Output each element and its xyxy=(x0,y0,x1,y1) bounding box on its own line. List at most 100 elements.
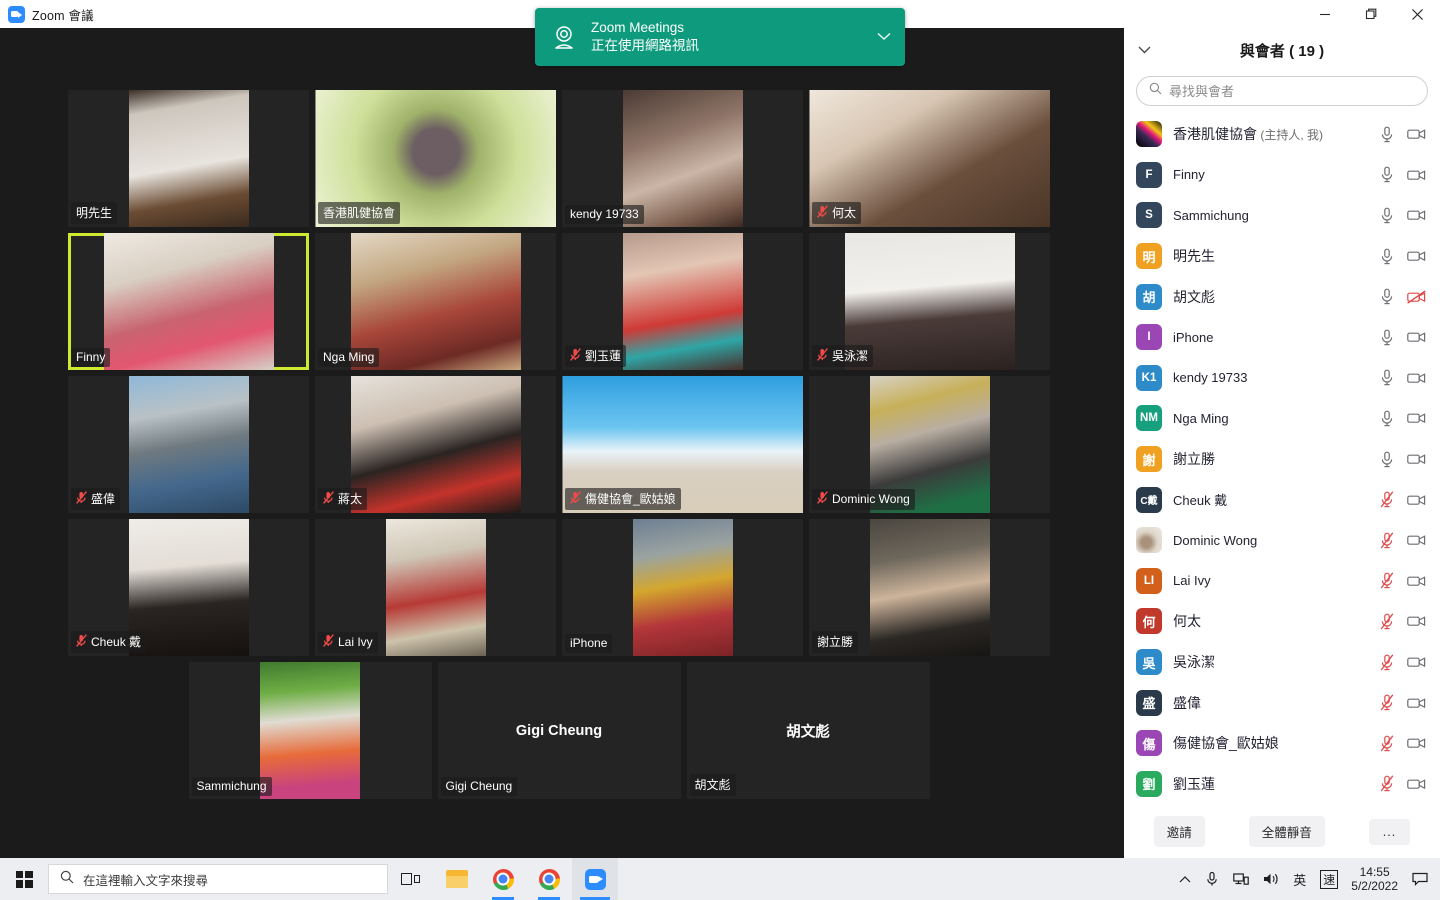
video-tile[interactable]: 盛偉 xyxy=(68,376,309,513)
video-tile[interactable]: Sammichung xyxy=(188,662,432,799)
video-tile[interactable]: 傷健協會_歐姑娘 xyxy=(562,376,803,513)
video-grid-row: 明先生 香港肌健協會 kendy 19733 何太 xyxy=(68,90,1050,227)
search-input[interactable] xyxy=(1169,83,1415,99)
participant-row[interactable]: 盛盛偉 xyxy=(1124,682,1440,723)
chevron-down-icon[interactable] xyxy=(1132,38,1156,62)
participant-row[interactable]: 傷傷健協會_歐姑娘 xyxy=(1124,723,1440,764)
windows-start-icon[interactable] xyxy=(0,858,48,900)
video-tile[interactable]: 明先生 xyxy=(68,90,309,227)
camera-icon[interactable] xyxy=(1407,208,1426,222)
more-options-button[interactable]: ... xyxy=(1368,818,1411,845)
participant-row[interactable]: 劉劉玉蓮 xyxy=(1124,764,1440,805)
search-box[interactable] xyxy=(1136,76,1428,106)
participant-row[interactable]: 香港肌健協會 (主持人, 我) xyxy=(1124,114,1440,155)
chrome-icon[interactable] xyxy=(480,858,526,900)
microphone-muted-icon[interactable] xyxy=(1380,532,1394,549)
zoom-icon[interactable] xyxy=(572,858,618,900)
microphone-icon[interactable] xyxy=(1198,858,1226,900)
tile-nameplate: 劉玉蓮 xyxy=(565,345,627,367)
participant-row[interactable]: 吳吳泳潔 xyxy=(1124,642,1440,683)
participant-row[interactable]: S Sammichung xyxy=(1124,195,1440,236)
camera-icon[interactable] xyxy=(1407,452,1426,466)
participant-row[interactable]: NM Nga Ming xyxy=(1124,398,1440,439)
video-tile[interactable]: 香港肌健協會 xyxy=(315,90,556,227)
video-tile[interactable]: kendy 19733 xyxy=(562,90,803,227)
participant-row[interactable]: F Finny xyxy=(1124,155,1440,196)
microphone-icon[interactable] xyxy=(1380,288,1394,305)
camera-icon[interactable] xyxy=(1407,574,1426,588)
camera-icon[interactable] xyxy=(1407,696,1426,710)
microphone-muted-icon[interactable] xyxy=(1380,694,1394,711)
camera-icon[interactable] xyxy=(1407,127,1426,141)
microphone-icon[interactable] xyxy=(1380,166,1394,183)
video-tile[interactable]: Dominic Wong xyxy=(809,376,1050,513)
volume-icon[interactable] xyxy=(1256,858,1286,900)
video-tile[interactable]: 劉玉蓮 xyxy=(562,233,803,370)
video-tile[interactable]: Gigi Cheung Gigi Cheung xyxy=(437,662,681,799)
participant-row[interactable]: 謝謝立勝 xyxy=(1124,439,1440,480)
microphone-icon[interactable] xyxy=(1380,248,1394,265)
microphone-muted-icon[interactable] xyxy=(1380,775,1394,792)
microphone-icon[interactable] xyxy=(1380,126,1394,143)
participant-row[interactable]: LI Lai Ivy xyxy=(1124,561,1440,602)
camera-off-icon[interactable] xyxy=(1407,290,1426,304)
participant-row[interactable]: 何何太 xyxy=(1124,601,1440,642)
mute-all-button[interactable]: 全體靜音 xyxy=(1248,816,1325,847)
camera-icon[interactable] xyxy=(1407,777,1426,791)
task-view-icon[interactable] xyxy=(388,858,434,900)
taskbar-search-box[interactable]: 在這裡輸入文字來搜尋 xyxy=(48,864,388,894)
participants-list[interactable]: 香港肌健協會 (主持人, 我) F Finny S Sammichung 明明先生胡胡文彪… xyxy=(1124,114,1440,804)
video-tile[interactable]: 蔣太 xyxy=(315,376,556,513)
microphone-muted-icon[interactable] xyxy=(1380,491,1394,508)
camera-icon[interactable] xyxy=(1407,371,1426,385)
video-tile[interactable]: 何太 xyxy=(809,90,1050,227)
invite-button[interactable]: 邀請 xyxy=(1153,816,1205,847)
minimize-icon[interactable] xyxy=(1302,0,1348,28)
show-hidden-icons-chevron[interactable] xyxy=(1172,858,1198,900)
taskbar-clock[interactable]: 14:55 5/2/2022 xyxy=(1345,865,1408,894)
camera-icon[interactable] xyxy=(1407,168,1426,182)
participant-row[interactable]: C戴 Cheuk 戴 xyxy=(1124,479,1440,520)
participant-row[interactable]: 明明先生 xyxy=(1124,236,1440,277)
chevron-down-icon[interactable] xyxy=(877,28,891,46)
microphone-muted-icon[interactable] xyxy=(1380,613,1394,630)
video-tile[interactable]: 胡文彪 胡文彪 xyxy=(686,662,930,799)
camera-icon[interactable] xyxy=(1407,736,1426,750)
participant-row[interactable]: K1 kendy 19733 xyxy=(1124,358,1440,399)
chrome-icon[interactable] xyxy=(526,858,572,900)
tile-participant-name: Lai Ivy xyxy=(338,635,373,649)
camera-icon[interactable] xyxy=(1407,614,1426,628)
video-tile[interactable]: Lai Ivy xyxy=(315,519,556,656)
action-center-icon[interactable] xyxy=(1408,858,1440,900)
microphone-icon[interactable] xyxy=(1380,207,1394,224)
video-tile[interactable]: 謝立勝 xyxy=(809,519,1050,656)
video-tile[interactable]: Nga Ming xyxy=(315,233,556,370)
camera-icon[interactable] xyxy=(1407,655,1426,669)
video-tile[interactable]: iPhone xyxy=(562,519,803,656)
video-tile[interactable]: Cheuk 戴 xyxy=(68,519,309,656)
microphone-muted-icon[interactable] xyxy=(1380,572,1394,589)
microphone-icon[interactable] xyxy=(1380,329,1394,346)
microphone-icon[interactable] xyxy=(1380,451,1394,468)
ime-language-indicator[interactable]: 英 xyxy=(1286,858,1313,900)
microphone-muted-icon[interactable] xyxy=(1380,735,1394,752)
microphone-icon[interactable] xyxy=(1380,369,1394,386)
close-icon[interactable] xyxy=(1394,0,1440,28)
network-icon[interactable] xyxy=(1226,858,1256,900)
camera-icon[interactable] xyxy=(1407,330,1426,344)
ime-speed-indicator[interactable]: 速 xyxy=(1313,858,1345,900)
video-tile[interactable]: Finny xyxy=(68,233,309,370)
participant-row[interactable]: Dominic Wong xyxy=(1124,520,1440,561)
microphone-muted-icon[interactable] xyxy=(1380,653,1394,671)
camera-icon[interactable] xyxy=(1407,411,1426,425)
file-explorer-icon[interactable] xyxy=(434,858,480,900)
participant-row[interactable]: 胡胡文彪 xyxy=(1124,276,1440,317)
camera-icon[interactable] xyxy=(1407,493,1426,507)
participant-row[interactable]: IiPhone xyxy=(1124,317,1440,358)
camera-icon[interactable] xyxy=(1407,533,1426,547)
camera-icon[interactable] xyxy=(1407,249,1426,263)
zoom-meetings-status-banner[interactable]: Zoom Meetings 正在使用網路視訊 xyxy=(535,8,905,66)
video-tile[interactable]: 吳泳潔 xyxy=(809,233,1050,370)
microphone-icon[interactable] xyxy=(1380,410,1394,427)
maximize-icon[interactable] xyxy=(1348,0,1394,28)
